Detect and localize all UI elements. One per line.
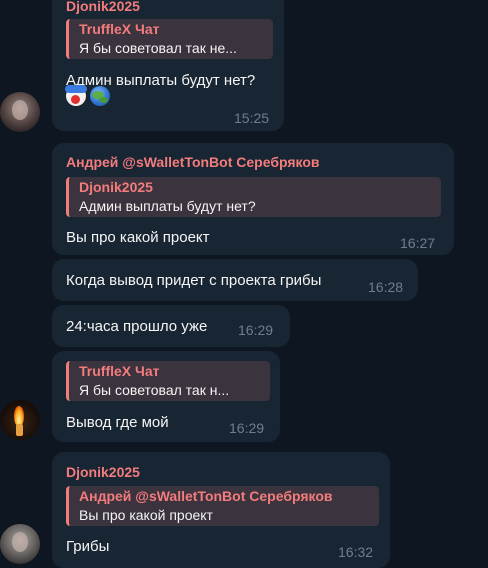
message-text: Когда вывод придет с проекта грибы xyxy=(66,272,322,289)
avatar-face xyxy=(12,100,28,120)
message-bubble[interactable]: Djonik2025 TruffleX Чат Я бы советовал т… xyxy=(52,0,284,131)
reply-sender: TruffleX Чат xyxy=(79,363,160,379)
reply-text: Я бы советовал так н... xyxy=(79,382,230,398)
message-time: 15:25 xyxy=(234,110,270,126)
user-avatar[interactable] xyxy=(0,92,40,132)
reply-text: Вы про какой проект xyxy=(79,507,213,523)
reply-sender: Djonik2025 xyxy=(79,179,153,195)
reply-sender: Андрей @sWalletTonBot Серебряков xyxy=(79,488,333,504)
message-bubble[interactable]: Djonik2025 Андрей @sWalletTonBot Серебря… xyxy=(52,452,390,568)
earth-emoji-icon xyxy=(90,86,110,106)
user-avatar[interactable] xyxy=(0,524,40,564)
message-time: 16:27 xyxy=(400,235,436,251)
message-bubble[interactable]: Андрей @sWalletTonBot Серебряков Djonik2… xyxy=(52,143,454,255)
clown-emoji-icon xyxy=(65,85,87,106)
candle-icon xyxy=(16,424,23,436)
sender-name[interactable]: Djonik2025 xyxy=(66,0,140,14)
reply-preview[interactable]: TruffleX Чат Я бы советовал так не... xyxy=(66,19,273,59)
message-text: Вывод где мой xyxy=(66,414,169,431)
message-time: 16:29 xyxy=(238,322,274,338)
message-bubble[interactable]: Когда вывод придет с проекта грибы 16:28 xyxy=(52,259,418,301)
message-time: 16:29 xyxy=(229,420,265,436)
reply-text: Админ выплаты будут нет? xyxy=(79,198,256,214)
avatar-face xyxy=(12,532,28,552)
message-text: 24:часа прошло уже xyxy=(66,318,208,335)
reply-sender: TruffleX Чат xyxy=(79,21,160,37)
sender-name[interactable]: Андрей @sWalletTonBot Серебряков xyxy=(66,154,319,170)
user-avatar[interactable] xyxy=(0,400,40,440)
message-text: Грибы xyxy=(66,538,110,555)
reply-preview[interactable]: Андрей @sWalletTonBot Серебряков Вы про … xyxy=(66,486,379,526)
message-time: 16:28 xyxy=(368,279,404,295)
reply-text: Я бы советовал так не... xyxy=(79,40,237,56)
reply-preview[interactable]: TruffleX Чат Я бы советовал так н... xyxy=(66,361,270,401)
reply-preview[interactable]: Djonik2025 Админ выплаты будут нет? xyxy=(66,177,441,217)
sender-name[interactable]: Djonik2025 xyxy=(66,464,140,480)
message-bubble[interactable]: 24:часа прошло уже 16:29 xyxy=(52,305,290,347)
message-time: 16:32 xyxy=(338,544,374,560)
message-text: Вы про какой проект xyxy=(66,229,210,246)
candle-flame-icon xyxy=(14,406,24,426)
message-bubble[interactable]: TruffleX Чат Я бы советовал так н... Выв… xyxy=(52,351,280,442)
